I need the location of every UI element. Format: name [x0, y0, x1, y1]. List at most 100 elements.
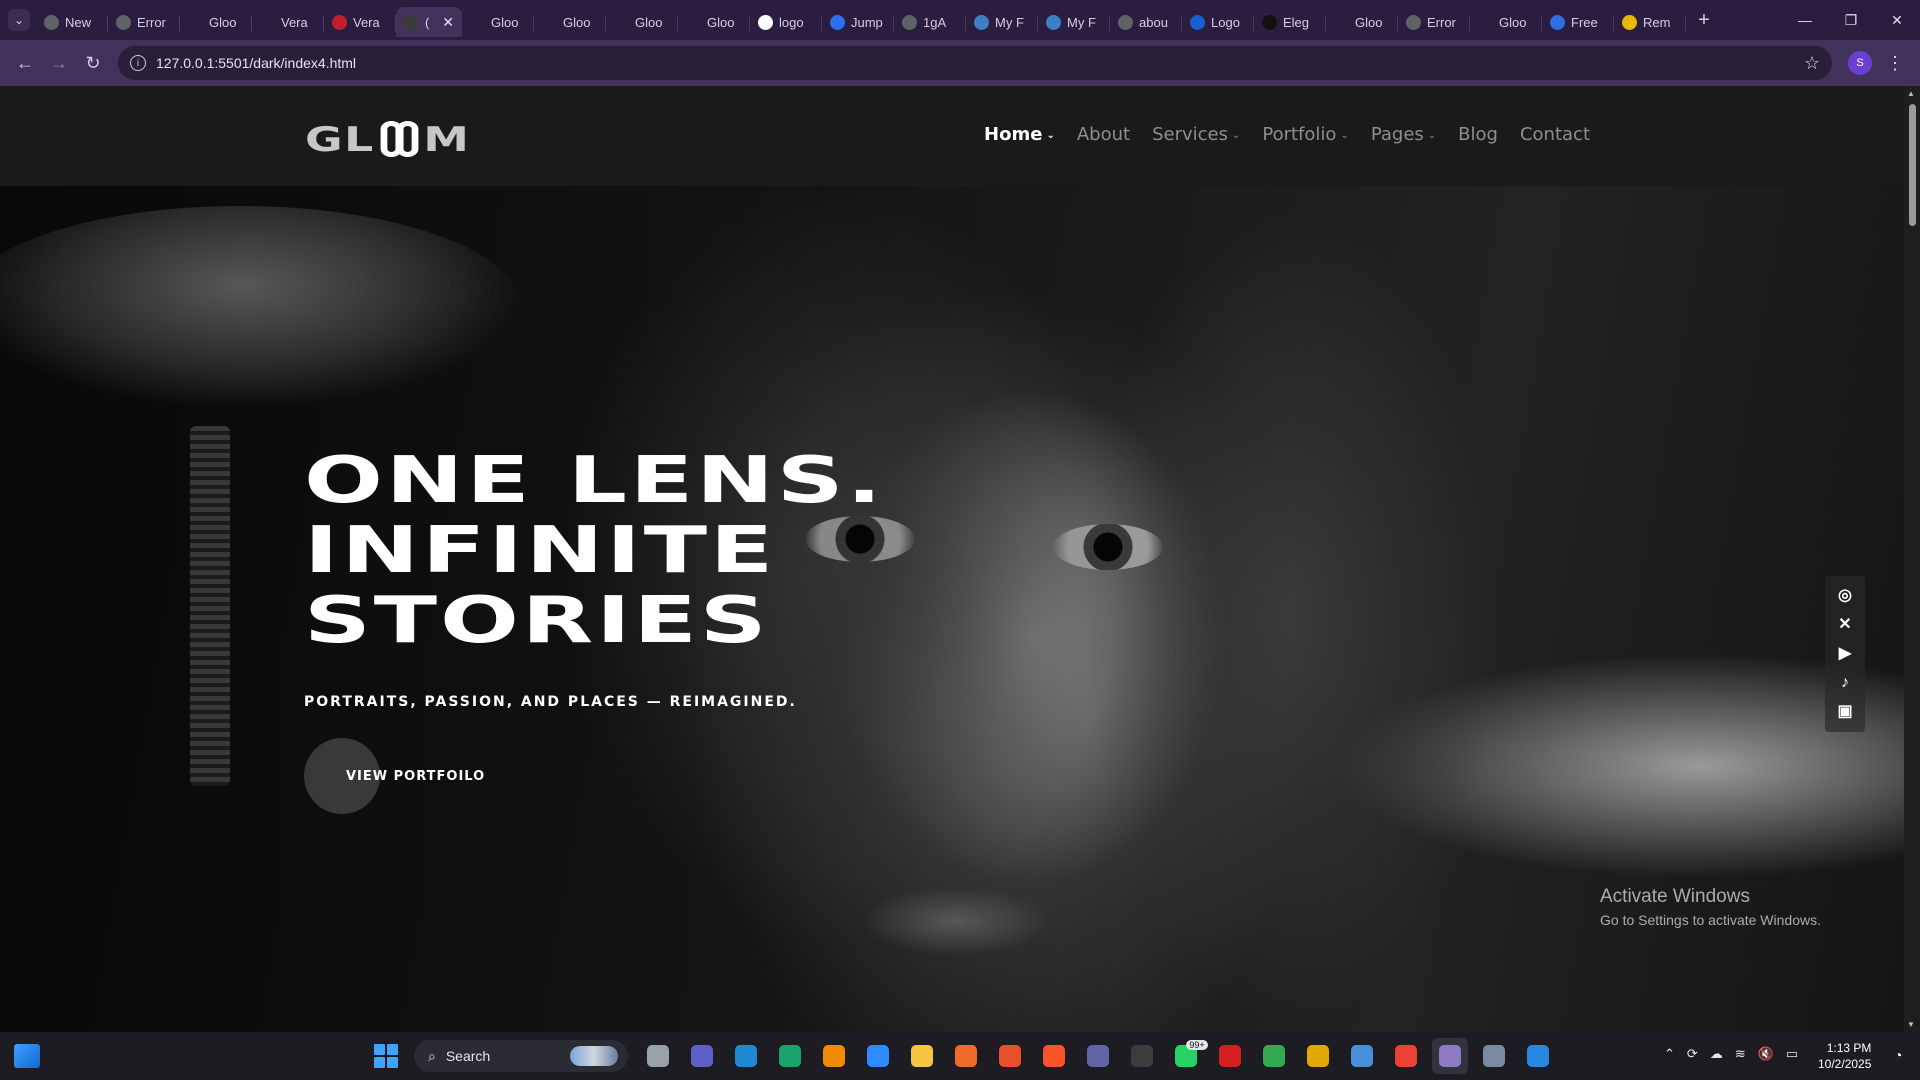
app-icon[interactable]	[992, 1038, 1028, 1074]
browser-tab[interactable]: Error	[1398, 7, 1470, 37]
notifications-icon[interactable]: ◔	[1894, 1047, 1902, 1063]
onedrive-icon[interactable]: ☁	[1710, 1046, 1723, 1062]
chrome-icon[interactable]	[1256, 1038, 1292, 1074]
tray-overflow-icon[interactable]: ⌃	[1664, 1046, 1675, 1062]
browser-tab[interactable]: Gloo	[678, 7, 750, 37]
nav-item-blog[interactable]: Blog	[1458, 124, 1498, 145]
close-window-button[interactable]: ✕	[1874, 0, 1920, 40]
tab-title: Logo	[1211, 14, 1240, 30]
browser-tab[interactable]: Gloo	[1326, 7, 1398, 37]
view-portfolio-button[interactable]: VIEW PORTFOILO	[304, 738, 485, 814]
globe-icon	[1406, 14, 1421, 30]
media-player-icon[interactable]	[1124, 1038, 1160, 1074]
taskbar-search[interactable]: ⌕ Search	[414, 1040, 628, 1072]
browser-tab[interactable]: Jump	[822, 7, 894, 37]
remote-icon[interactable]	[1344, 1038, 1380, 1074]
nav-item-home[interactable]: Home ⌄	[984, 124, 1055, 145]
x-icon[interactable]: ✕	[1838, 617, 1851, 633]
task-view-icon[interactable]	[640, 1038, 676, 1074]
start-button[interactable]	[374, 1044, 398, 1068]
restore-button[interactable]: ❐	[1828, 0, 1874, 40]
nav-item-pages[interactable]: Pages ⌄	[1371, 124, 1436, 145]
scroll-up-arrow[interactable]: ▲	[1907, 89, 1915, 98]
vscode-icon[interactable]	[728, 1038, 764, 1074]
browser-tab[interactable]: Gloo	[180, 7, 252, 37]
tab-search-button[interactable]: ⌄	[8, 9, 30, 31]
explorer-icon[interactable]	[904, 1038, 940, 1074]
pen-icon[interactable]	[948, 1038, 984, 1074]
scroll-thumb[interactable]	[1909, 104, 1916, 226]
nav-item-portfolio[interactable]: Portfolio ⌄	[1262, 124, 1348, 145]
back-button[interactable]: ←	[8, 46, 42, 80]
battery-icon[interactable]: ▭	[1786, 1046, 1798, 1062]
discord-icon[interactable]: ▣	[1837, 703, 1852, 720]
minimize-button[interactable]: —	[1782, 0, 1828, 40]
nav-item-label: Pages	[1370, 124, 1424, 145]
tab-title: Error	[137, 14, 166, 30]
browser-tab[interactable]: Free	[1542, 7, 1614, 37]
wifi-icon[interactable]: ≋	[1735, 1046, 1746, 1062]
instagram-icon[interactable]: ◎	[1838, 588, 1852, 604]
nav-item-contact[interactable]: Contact	[1520, 124, 1590, 145]
new-tab-button[interactable]: +	[1690, 9, 1718, 32]
widgets-icon[interactable]	[14, 1044, 40, 1068]
browser-tab[interactable]: Rem	[1614, 7, 1686, 37]
browser-tab[interactable]: Logo	[1182, 7, 1254, 37]
tiktok-icon[interactable]: ♪	[1841, 674, 1849, 691]
nav-item-about[interactable]: About	[1077, 124, 1130, 145]
keyboard-icon[interactable]	[1476, 1038, 1512, 1074]
browser-tab[interactable]: Vera	[252, 7, 324, 37]
taskbar-clock[interactable]: 1:13 PM 10/2/2025	[1818, 1040, 1871, 1072]
url-text[interactable]: 127.0.0.1:5501/dark/index4.html	[156, 55, 356, 71]
browser-tab[interactable]: abou	[1110, 7, 1182, 37]
sync-icon[interactable]: ⟳	[1687, 1046, 1698, 1062]
browser-tab[interactable]: My F	[966, 7, 1038, 37]
browser-tab[interactable]: 1gA	[894, 7, 966, 37]
teams-icon[interactable]	[1080, 1038, 1116, 1074]
whatsapp-icon[interactable]: 99+	[1168, 1038, 1208, 1074]
site-info-icon[interactable]: i	[130, 55, 146, 71]
browser-tab[interactable]: (✕	[396, 7, 462, 37]
browser-tab[interactable]: logo	[750, 7, 822, 37]
profile-avatar[interactable]: S	[1848, 51, 1872, 75]
vlc-icon[interactable]	[816, 1038, 852, 1074]
browser-tab[interactable]: Vera	[324, 7, 396, 37]
paint-icon[interactable]	[1520, 1038, 1556, 1074]
browser-tab[interactable]: Error	[108, 7, 180, 37]
address-bar[interactable]: i 127.0.0.1:5501/dark/index4.html ☆	[118, 46, 1832, 80]
flash-icon[interactable]	[1212, 1038, 1248, 1074]
meet-icon[interactable]	[684, 1038, 720, 1074]
forward-button[interactable]: →	[42, 46, 76, 80]
chevron-down-icon: ⌄	[1427, 130, 1437, 141]
browser-tab[interactable]: My F	[1038, 7, 1110, 37]
chrome-icon[interactable]	[1432, 1038, 1468, 1074]
browser-tab[interactable]: Gloo	[1470, 7, 1542, 37]
browser-tab[interactable]: Eleg	[1254, 7, 1326, 37]
close-tab-icon[interactable]: ✕	[442, 14, 454, 31]
browser-tab[interactable]: Gloo	[462, 7, 534, 37]
search-label: Search	[445, 1048, 491, 1064]
tab-title: Vera	[281, 14, 308, 30]
scroll-down-arrow[interactable]: ▼	[1907, 1020, 1915, 1029]
page-scrollbar[interactable]: ▲ ▼	[1904, 86, 1920, 1032]
chrome-icon[interactable]	[1388, 1038, 1424, 1074]
reload-button[interactable]: ↻	[76, 46, 110, 80]
browser-menu-icon[interactable]: ⋮	[1886, 53, 1904, 74]
nav-item-label: About	[1076, 124, 1131, 145]
bookmark-star-icon[interactable]: ☆	[1804, 53, 1820, 74]
youtube-icon[interactable]: ▶	[1839, 645, 1851, 662]
zoom-icon[interactable]	[860, 1038, 896, 1074]
brave-icon[interactable]	[1036, 1038, 1072, 1074]
coin-icon[interactable]	[1300, 1038, 1336, 1074]
browser-tab[interactable]: Gloo	[534, 7, 606, 37]
site-icon	[260, 14, 275, 30]
browser-toolbar: ← → ↻ i 127.0.0.1:5501/dark/index4.html …	[0, 40, 1920, 86]
site-logo[interactable]: GL M	[305, 120, 470, 160]
window-controls: — ❐ ✕	[1782, 0, 1920, 40]
browser-tab[interactable]: Gloo	[606, 7, 678, 37]
browser-tab[interactable]: New	[36, 7, 108, 37]
volume-muted-icon[interactable]: 🔇	[1758, 1046, 1774, 1062]
cta-label[interactable]: VIEW PORTFOILO	[346, 769, 485, 784]
edge-icon[interactable]	[772, 1038, 808, 1074]
nav-item-services[interactable]: Services ⌄	[1152, 124, 1240, 145]
